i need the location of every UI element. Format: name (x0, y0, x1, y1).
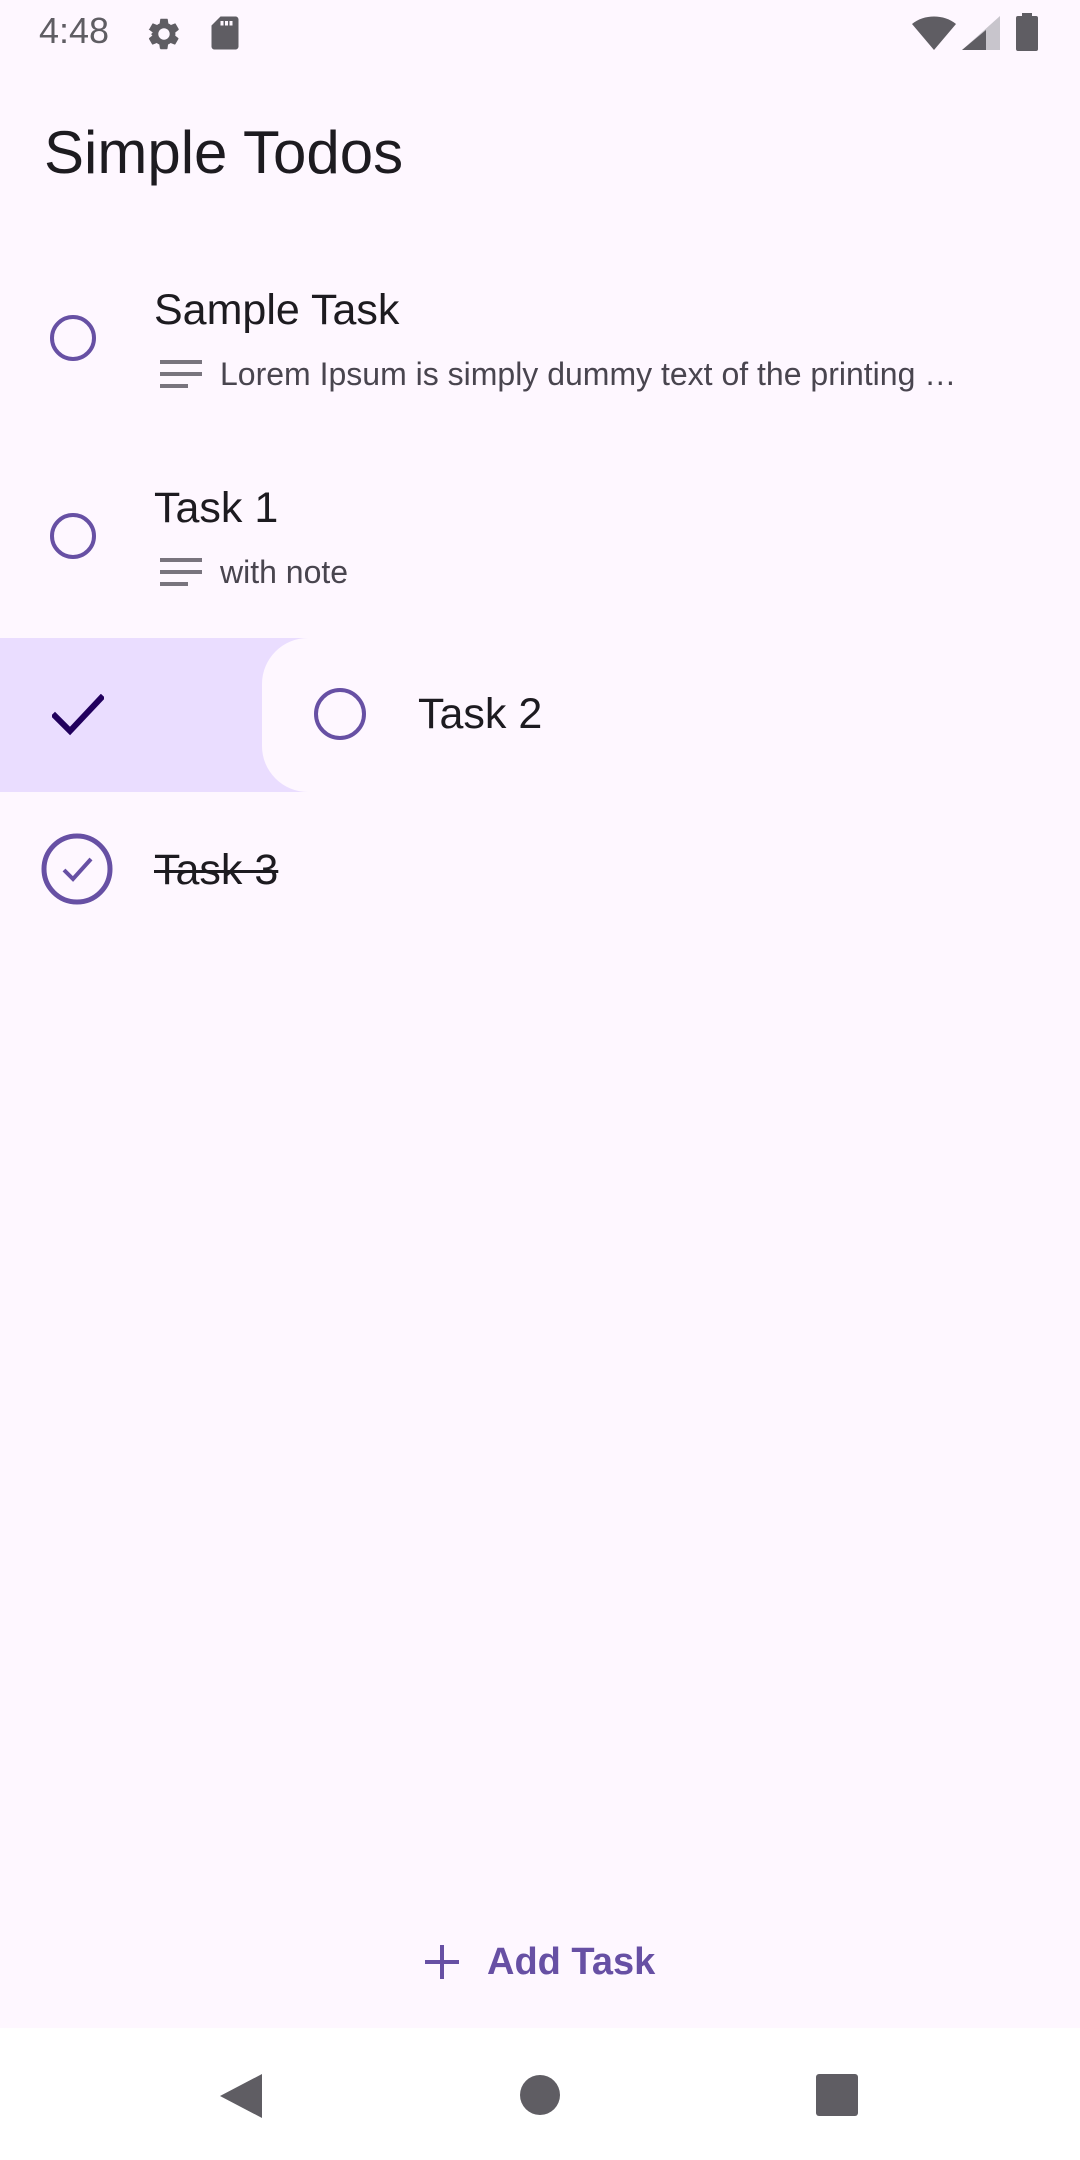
status-bar: 4:48 (0, 0, 1080, 66)
plus-icon (425, 1945, 459, 1979)
task-title: Task 2 (418, 690, 543, 738)
add-task-button[interactable]: Add Task (425, 1930, 655, 1994)
task-row-swiping[interactable]: Task 2 (262, 638, 1080, 792)
battery-icon (1016, 13, 1038, 51)
system-nav-bar (0, 2028, 1080, 2160)
task-note: Lorem Ipsum is simply dummy text of the … (220, 356, 957, 392)
status-time: 4:48 (39, 10, 110, 51)
task-checkbox[interactable] (314, 688, 366, 740)
signal-icon (962, 16, 1000, 50)
wifi-icon (912, 16, 956, 50)
checkmark-icon (52, 694, 104, 736)
notes-icon (160, 558, 202, 586)
task-note: with note (220, 554, 349, 590)
add-task-label: Add Task (487, 1940, 656, 1983)
task-row[interactable]: Task 3 (0, 820, 1080, 920)
page-title: Simple Todos (44, 119, 404, 186)
task-checkbox[interactable] (50, 513, 96, 559)
sd-card-icon (211, 16, 239, 50)
checked-circle-icon[interactable] (40, 832, 114, 906)
back-icon[interactable] (218, 2072, 264, 2120)
task-title: Task 1 (154, 484, 279, 532)
task-row[interactable]: Task 1 with note (0, 468, 1080, 608)
gear-icon (148, 18, 179, 50)
notes-icon (160, 360, 202, 388)
home-icon[interactable] (519, 2074, 561, 2116)
task-title: Sample Task (154, 286, 400, 334)
recents-icon[interactable] (816, 2074, 858, 2116)
task-row[interactable]: Sample Task Lorem Ipsum is simply dummy … (0, 270, 1080, 410)
task-title: Task 3 (154, 846, 279, 894)
task-checkbox[interactable] (50, 315, 96, 361)
